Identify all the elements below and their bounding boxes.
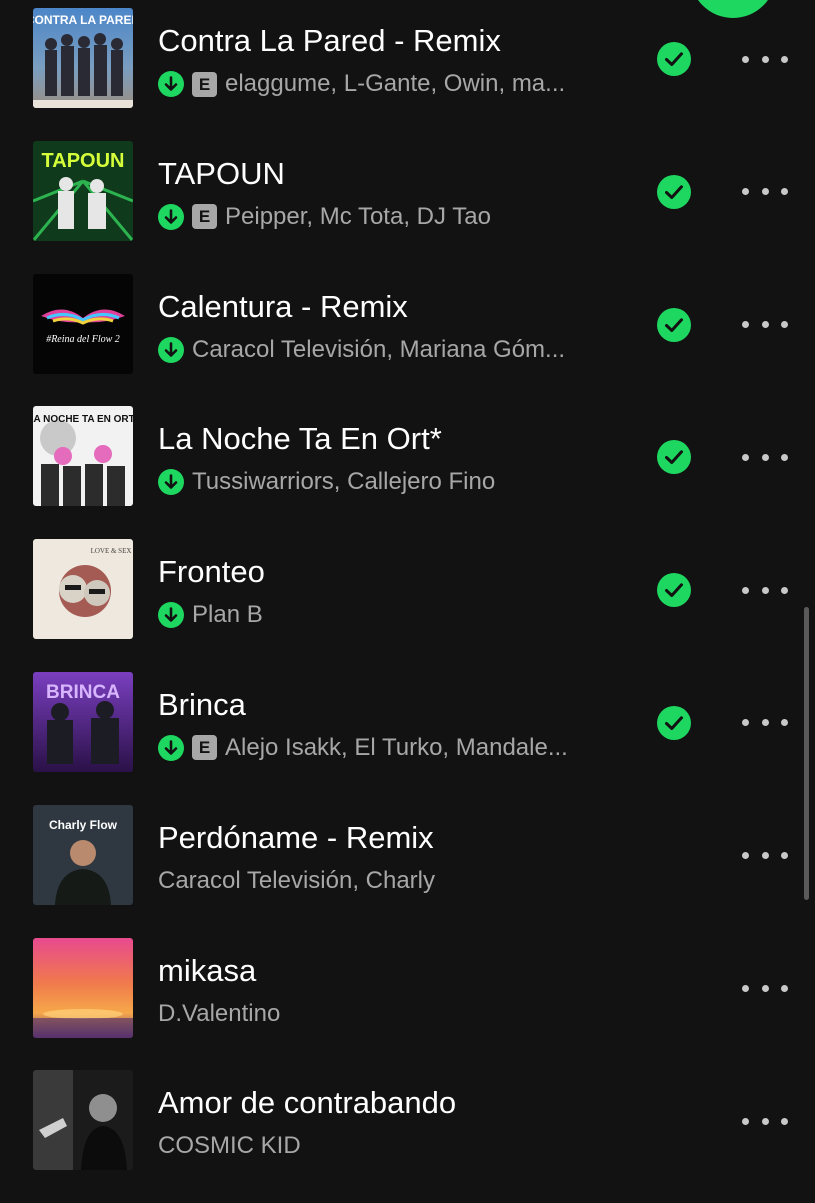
more-options-button[interactable] (742, 972, 788, 1006)
more-options-button[interactable] (742, 1104, 788, 1138)
track-meta: E Peipper, Mc Tota, DJ Tao (158, 200, 491, 234)
track-artists: elaggume, L-Gante, Owin, ma... (225, 70, 566, 97)
track-row[interactable]: mikasa D.Valentino (0, 937, 815, 1071)
album-cover-text: CONTRA LA PARED (33, 13, 133, 27)
track-artists: Plan B (192, 601, 263, 629)
album-cover-text: LOVE & SEX (91, 547, 132, 555)
track-artists: COSMIC KID (158, 1132, 301, 1160)
explicit-badge: E (192, 735, 217, 761)
track-title: Amor de contrabando (158, 1085, 457, 1121)
track-meta: Caracol Televisión, Charly (158, 864, 435, 898)
downloaded-icon (158, 71, 184, 97)
album-cover: Charly Flow (33, 804, 133, 905)
explicit-badge: E (192, 204, 217, 230)
album-cover-text: #Reina del Flow 2 (46, 334, 120, 345)
track-meta: COSMIC KID (158, 1129, 301, 1163)
downloaded-icon (158, 336, 184, 363)
album-cover-text: BRINCA (46, 682, 120, 703)
more-options-button[interactable] (742, 706, 788, 740)
downloaded-icon (158, 734, 184, 761)
track-artists: Peipper, Mc Tota, DJ Tao (225, 202, 491, 230)
track-row[interactable]: CONTRA LA PARED Contra La Pared - Remix … (0, 8, 815, 141)
track-title: La Noche Ta En Ort* (158, 421, 442, 457)
track-row[interactable]: BRINCA Brinca E Alejo Isakk, El Turko, M… (0, 671, 815, 805)
track-artists: Caracol Televisión, Mariana Góm... (192, 335, 566, 363)
track-title: Fronteo (158, 554, 265, 590)
album-cover: BRINCA (33, 671, 133, 772)
more-options-button[interactable] (742, 42, 788, 76)
saved-check-icon[interactable] (657, 440, 691, 475)
album-cover: LA NOCHE TA EN ORT* (33, 406, 133, 507)
track-meta: E elaggume, L-Gante, Owin, ma... (158, 67, 565, 101)
album-cover (33, 937, 133, 1038)
track-meta: Plan B (158, 598, 263, 632)
album-cover-text: LA NOCHE TA EN ORT* (33, 414, 133, 425)
explicit-badge: E (192, 71, 217, 97)
album-cover-text: Charly Flow (49, 818, 118, 832)
downloaded-icon (158, 469, 184, 496)
track-title: TAPOUN (158, 155, 285, 191)
track-row[interactable]: Charly Flow Perdóname - Remix Caracol Te… (0, 804, 815, 938)
album-cover: #Reina del Flow 2 (33, 273, 133, 374)
downloaded-icon (158, 602, 184, 629)
saved-check-icon[interactable] (657, 307, 691, 342)
track-meta: Tussiwarriors, Callejero Fino (158, 465, 495, 499)
album-cover: TAPOUN (33, 140, 133, 241)
more-options-button[interactable] (742, 440, 788, 474)
track-title: Calentura - Remix (158, 288, 408, 324)
track-meta: E Alejo Isakk, El Turko, Mandale... (158, 731, 568, 765)
track-title: Brinca (158, 686, 246, 722)
album-cover: CONTRA LA PARED (33, 8, 133, 108)
more-options-button[interactable] (742, 839, 788, 873)
scrollbar[interactable] (804, 607, 809, 900)
saved-check-icon[interactable] (657, 573, 691, 608)
track-title: Perdóname - Remix (158, 819, 434, 855)
track-title: Contra La Pared - Remix (158, 23, 501, 58)
more-options-button[interactable] (742, 308, 788, 342)
track-row[interactable]: TAPOUN TAPOUN E Peipper, Mc Tota, DJ Tao (0, 140, 815, 274)
album-cover (33, 1070, 133, 1171)
track-row[interactable]: #Reina del Flow 2 Calentura - Remix Cara… (0, 273, 815, 407)
track-artists: Alejo Isakk, El Turko, Mandale... (225, 733, 568, 761)
track-title: mikasa (158, 952, 257, 988)
downloaded-icon (158, 203, 184, 230)
saved-check-icon[interactable] (657, 705, 691, 740)
saved-check-icon[interactable] (657, 174, 691, 209)
album-cover-text: TAPOUN (42, 150, 125, 172)
album-cover: LOVE & SEX (33, 539, 133, 640)
track-row[interactable]: Amor de contrabando COSMIC KID (0, 1070, 815, 1203)
track-artists: Caracol Televisión, Charly (158, 866, 436, 894)
track-list: CONTRA LA PARED Contra La Pared - Remix … (0, 8, 815, 1203)
more-options-button[interactable] (742, 573, 788, 607)
track-artists: Tussiwarriors, Callejero Fino (192, 468, 496, 496)
more-options-button[interactable] (742, 175, 788, 209)
track-row[interactable]: LOVE & SEX Fronteo Plan B (0, 539, 815, 672)
track-row[interactable]: LA NOCHE TA EN ORT* La Noche Ta En Ort* … (0, 406, 815, 539)
track-meta: D.Valentino (158, 997, 280, 1031)
saved-check-icon[interactable] (657, 42, 691, 76)
track-artists: D.Valentino (158, 999, 281, 1027)
track-meta: Caracol Televisión, Mariana Góm... (158, 333, 565, 367)
